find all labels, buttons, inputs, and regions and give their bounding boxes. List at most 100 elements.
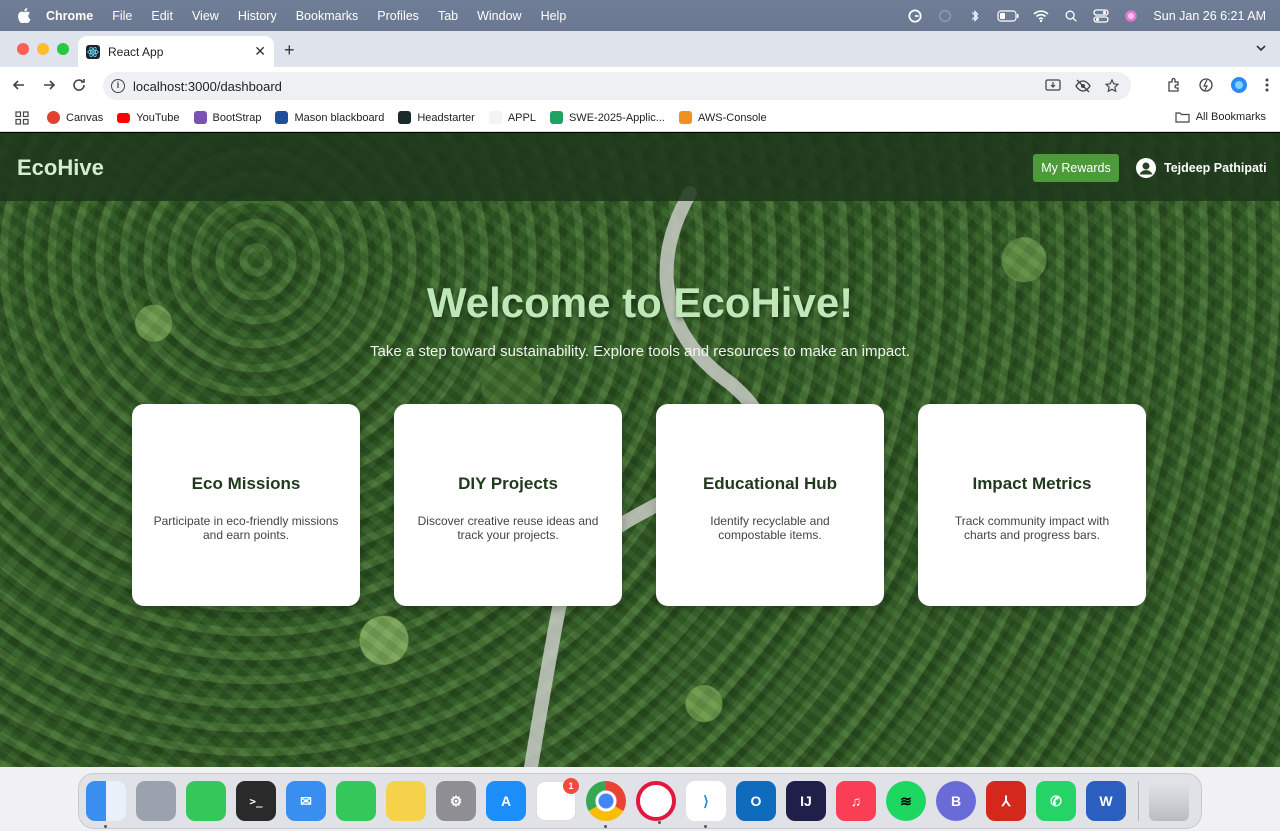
dock-separator: [1138, 781, 1139, 821]
minimize-window-button[interactable]: [37, 43, 49, 55]
folder-icon: [1175, 112, 1190, 123]
app-brand[interactable]: EcoHive: [17, 155, 104, 181]
intellij-icon[interactable]: IJ: [786, 781, 826, 821]
menu-help[interactable]: Help: [541, 9, 567, 23]
extensions-icon[interactable]: [1166, 77, 1182, 93]
chrome-menu-icon[interactable]: [1264, 77, 1270, 93]
card-title: Educational Hub: [702, 474, 838, 493]
control-center-icon[interactable]: [1093, 8, 1110, 23]
address-url[interactable]: localhost:3000/dashboard: [133, 79, 282, 94]
card-eco-missions[interactable]: Eco Missions Participate in eco-friendly…: [132, 404, 360, 606]
youtube-icon: [117, 112, 131, 123]
performance-icon[interactable]: [1198, 77, 1214, 93]
apple-icon: [488, 111, 502, 124]
bookmark-star-icon[interactable]: [1105, 79, 1119, 93]
whatsapp-icon[interactable]: ✆: [1036, 781, 1076, 821]
menubar-datetime[interactable]: Sun Jan 26 6:21 AM: [1153, 9, 1266, 23]
reload-icon[interactable]: [71, 77, 87, 93]
battery-icon[interactable]: [997, 9, 1019, 23]
back-icon[interactable]: [11, 77, 27, 93]
bookmark-canvas[interactable]: Canvas: [47, 111, 103, 124]
messages-icon[interactable]: [186, 781, 226, 821]
browser-tab-active[interactable]: React App ✕: [78, 36, 274, 67]
apple-menu-icon[interactable]: [17, 8, 31, 23]
siri-icon[interactable]: [1123, 9, 1139, 23]
terminal-icon[interactable]: >_: [236, 781, 276, 821]
hero-title: Welcome to EcoHive!: [426, 279, 854, 326]
spotlight-search-icon[interactable]: [1063, 9, 1079, 23]
bookmark-mason-blackboard[interactable]: Mason blackboard: [275, 111, 384, 124]
menu-bookmarks[interactable]: Bookmarks: [296, 9, 359, 23]
close-tab-icon[interactable]: ✕: [254, 43, 266, 60]
headstarter-icon: [398, 111, 412, 124]
chrome-icon[interactable]: [586, 781, 626, 828]
all-bookmarks-button[interactable]: All Bookmarks: [1175, 111, 1266, 123]
new-tab-icon[interactable]: +: [284, 40, 295, 61]
menu-history[interactable]: History: [238, 9, 277, 23]
bookmarks-bar: Canvas YouTube BootStrap Mason blackboar…: [0, 104, 1280, 132]
tab-search-chevron-icon[interactable]: [1254, 41, 1268, 55]
menu-view[interactable]: View: [192, 9, 219, 23]
app-store-icon[interactable]: A: [486, 781, 526, 821]
finder-icon[interactable]: [86, 781, 126, 828]
card-description: Participate in eco-friendly missions and…: [153, 514, 339, 542]
close-window-button[interactable]: [17, 43, 29, 55]
trash-icon[interactable]: [1149, 781, 1189, 821]
card-title: Eco Missions: [191, 474, 301, 493]
reminders-icon[interactable]: 1: [536, 778, 579, 821]
eye-off-icon[interactable]: [1075, 79, 1091, 93]
bookmark-headstarter[interactable]: Headstarter: [398, 111, 475, 124]
grammarly-icon[interactable]: [907, 8, 923, 23]
vscode-icon[interactable]: ⟩: [686, 781, 726, 828]
menu-profiles[interactable]: Profiles: [377, 9, 419, 23]
user-profile[interactable]: Tejdeep Pathipati: [1136, 158, 1267, 178]
canvas-icon: [47, 111, 60, 124]
menu-window[interactable]: Window: [477, 9, 521, 23]
window-controls: [17, 43, 69, 55]
spotify-icon[interactable]: ≋: [886, 781, 926, 821]
bookmark-aws-console[interactable]: AWS-Console: [678, 111, 767, 124]
my-rewards-button[interactable]: My Rewards: [1033, 154, 1119, 182]
opera-icon[interactable]: [636, 781, 676, 824]
reminders-badge: 1: [563, 778, 579, 794]
acrobat-icon[interactable]: ⅄: [986, 781, 1026, 821]
facetime-icon[interactable]: [336, 781, 376, 821]
bookmark-swe-2025[interactable]: SWE-2025-Applic...: [549, 111, 665, 124]
music-icon[interactable]: ♫: [836, 781, 876, 821]
zoom-window-button[interactable]: [57, 43, 69, 55]
card-diy-projects[interactable]: DIY Projects Discover creative reuse ide…: [394, 404, 622, 606]
blackboard-icon: [275, 111, 289, 124]
dock: >_ ✉ ⚙ A 1 ⟩ O IJ ♫ ≋ B ⅄ ✆ W: [78, 773, 1202, 829]
card-educational-hub[interactable]: Educational Hub Identify recyclable and …: [656, 404, 884, 606]
outlook-icon[interactable]: O: [736, 781, 776, 821]
card-description: Identify recyclable and compostable item…: [710, 514, 830, 542]
install-app-icon[interactable]: [1045, 79, 1061, 93]
address-bar[interactable]: i localhost:3000/dashboard: [103, 72, 1131, 100]
bluetooth-icon[interactable]: [967, 9, 983, 23]
card-impact-metrics[interactable]: Impact Metrics Track community impact wi…: [918, 404, 1146, 606]
app-navbar: EcoHive My Rewards Tejdeep Pathipati: [0, 133, 1280, 201]
bookmark-appl[interactable]: APPL: [488, 111, 536, 124]
browser-toolbar: i localhost:3000/dashboard: [0, 67, 1280, 104]
notes-icon[interactable]: [386, 781, 426, 821]
status-circle-icon[interactable]: [937, 9, 953, 23]
menu-tab[interactable]: Tab: [438, 9, 458, 23]
menu-file[interactable]: File: [112, 9, 132, 23]
forward-icon[interactable]: [41, 77, 57, 93]
card-description: Discover creative reuse ideas and track …: [417, 514, 599, 542]
tab-title: React App: [108, 44, 164, 59]
bookmark-youtube[interactable]: YouTube: [117, 112, 180, 124]
launchpad-icon[interactable]: [136, 781, 176, 821]
menu-edit[interactable]: Edit: [151, 9, 173, 23]
word-icon[interactable]: W: [1086, 781, 1126, 821]
menu-bar: Chrome File Edit View History Bookmarks …: [0, 0, 1280, 31]
mail-icon[interactable]: ✉: [286, 781, 326, 821]
bbedit-icon[interactable]: B: [936, 781, 976, 821]
apps-grid-icon[interactable]: [15, 110, 29, 125]
site-info-icon[interactable]: i: [111, 79, 125, 93]
bookmark-bootstrap[interactable]: BootStrap: [193, 111, 261, 124]
menu-app-name[interactable]: Chrome: [46, 9, 93, 23]
profile-avatar-icon[interactable]: [1230, 76, 1248, 94]
wifi-icon[interactable]: [1033, 9, 1049, 23]
system-settings-icon[interactable]: ⚙: [436, 781, 476, 821]
